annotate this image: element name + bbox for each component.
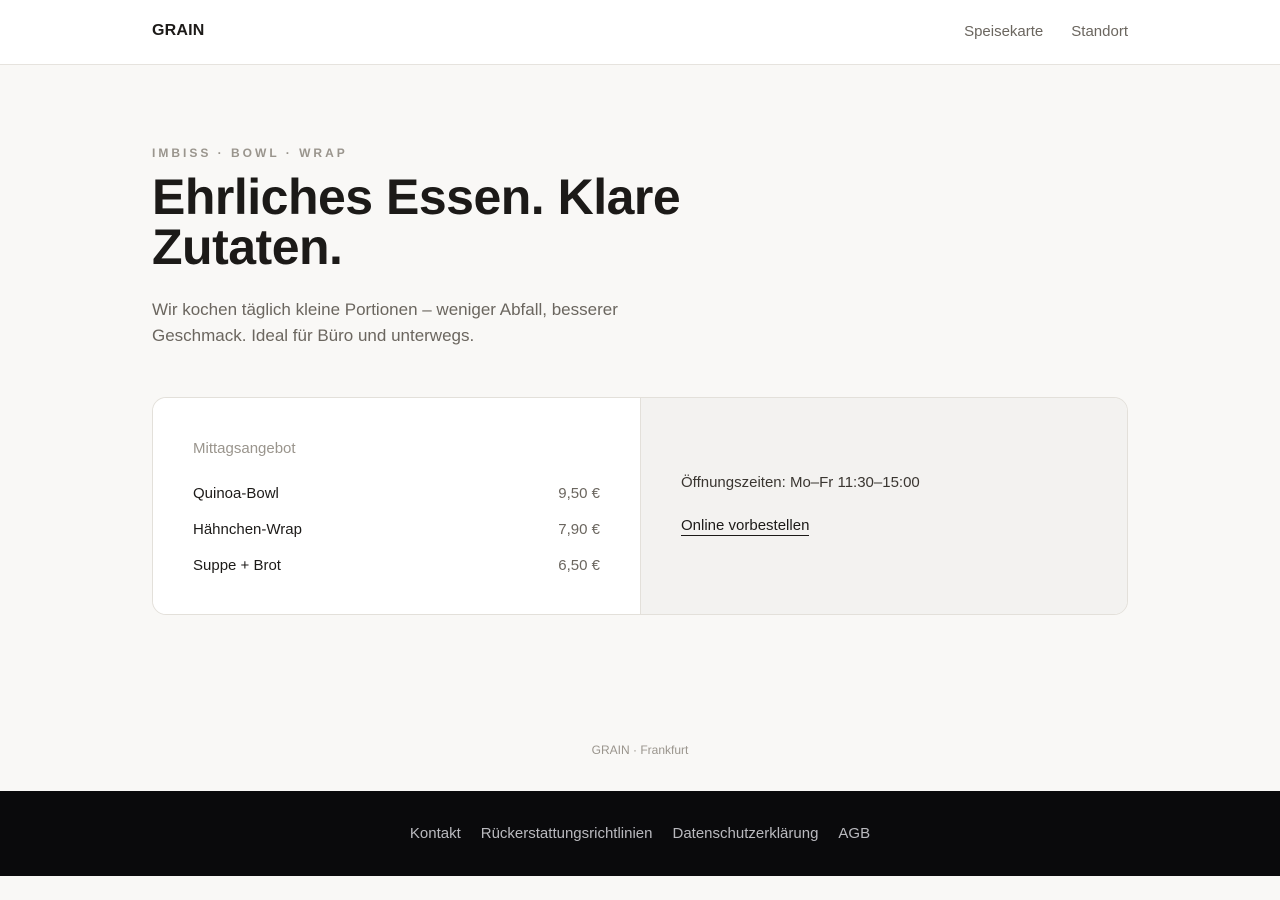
footer-link-kontakt[interactable]: Kontakt xyxy=(410,825,461,842)
lunch-menu-panel: Mittagsangebot Quinoa-Bowl 9,50 € Hähnch… xyxy=(153,398,641,614)
site-footer: Kontakt Rückerstattungsrichtlinien Daten… xyxy=(0,791,1280,876)
footer-link-refund-policy[interactable]: Rückerstattungsrichtlinien xyxy=(481,825,653,842)
footer-link-agb[interactable]: AGB xyxy=(838,825,870,842)
hero-lead: Wir kochen täglich kleine Portionen – we… xyxy=(152,300,618,345)
hero-kicker: IMBISS · BOWL · WRAP xyxy=(152,146,348,160)
opening-hours: Öffnungszeiten: Mo–Fr 11:30–15:00 xyxy=(681,474,920,491)
main-nav: Speisekarte Standort xyxy=(964,23,1128,40)
footer-link-privacy[interactable]: Datenschutzerklärung xyxy=(673,825,819,842)
menu-item-name: Suppe + Brot xyxy=(193,556,281,574)
footer-note: GRAIN · Frankfurt xyxy=(591,743,689,757)
top-navigation-bar: GRAIN Speisekarte Standort xyxy=(0,0,1280,65)
preorder-link[interactable]: Online vorbestellen xyxy=(681,517,810,536)
lunch-menu-title: Mittagsangebot xyxy=(193,440,296,457)
nav-link-speisekarte[interactable]: Speisekarte xyxy=(964,23,1043,40)
menu-item-name: Hähnchen-Wrap xyxy=(193,520,302,538)
menu-item-price: 6,50 € xyxy=(558,556,600,574)
hero-headline: Ehrliches Essen. Klare Zutaten. xyxy=(152,169,681,275)
menu-item-price: 9,50 € xyxy=(558,484,600,502)
menu-item: Suppe + Brot 6,50 € xyxy=(193,547,600,583)
brand-logo[interactable]: GRAIN xyxy=(152,22,205,40)
menu-item-price: 7,90 € xyxy=(558,520,600,538)
info-panel: Öffnungszeiten: Mo–Fr 11:30–15:00 Online… xyxy=(641,398,1127,614)
lunch-offer-card: Mittagsangebot Quinoa-Bowl 9,50 € Hähnch… xyxy=(152,397,1128,615)
nav-link-standort[interactable]: Standort xyxy=(1071,23,1128,40)
menu-item: Quinoa-Bowl 9,50 € xyxy=(193,475,600,511)
menu-item: Hähnchen-Wrap 7,90 € xyxy=(193,511,600,547)
menu-item-name: Quinoa-Bowl xyxy=(193,484,279,502)
